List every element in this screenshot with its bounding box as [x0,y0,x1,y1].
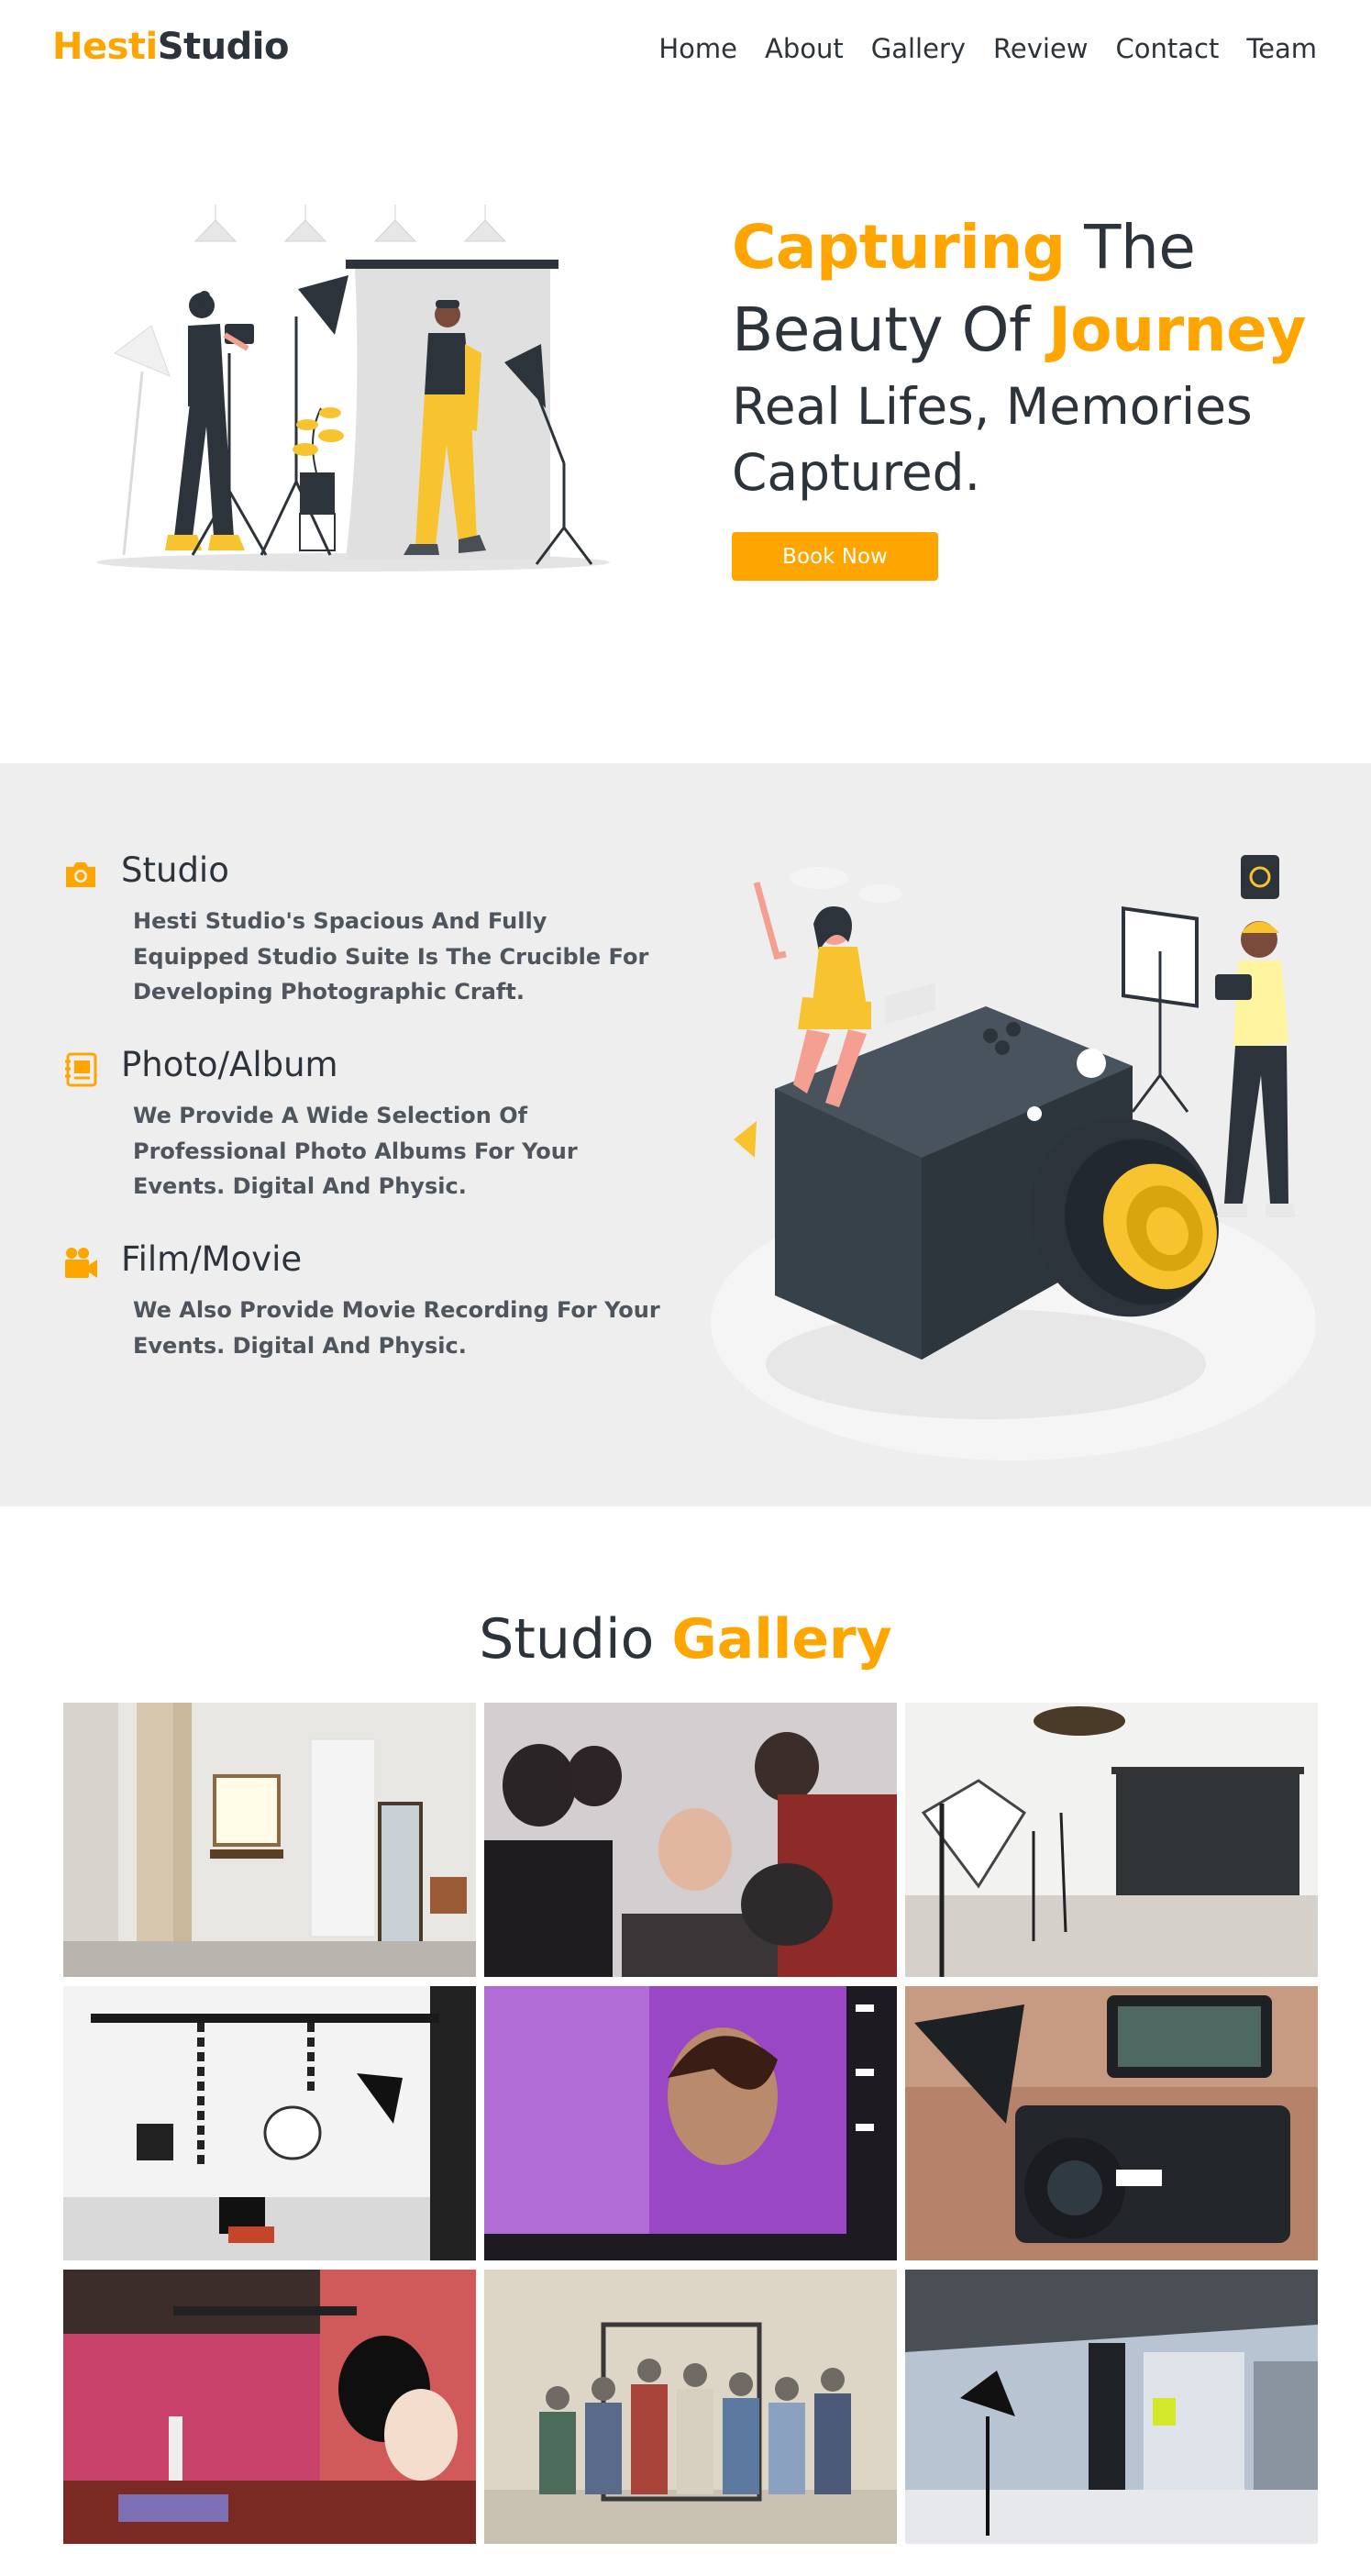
gallery-photo-studio-backdrop[interactable] [905,1703,1318,1977]
hero-heading-line-1: Capturing The [732,206,1328,289]
gallery-photo-industrial-studio[interactable] [905,2270,1318,2544]
hero-heading-beauty-of: Beauty Of [732,294,1049,365]
nav-about[interactable]: About [765,33,844,64]
gallery-photo-group-photo-shoot[interactable] [484,1703,897,1977]
nav-gallery[interactable]: Gallery [871,33,966,64]
service-description: Hesti Studio's Spacious And Fully Equipp… [133,908,649,1005]
book-now-button[interactable]: Book Now [732,532,938,581]
gallery-title: Studio Gallery [0,1607,1371,1671]
hero-subtitle-2: Captured. [732,443,981,502]
gallery-photo-lighting-rig[interactable] [63,1986,476,2260]
gallery-photo-portrait-on-monitor[interactable] [484,1986,897,2260]
service-title: Film/Movie [121,1239,303,1279]
top-navigation: HestiStudio Home About Gallery Review Co… [0,0,1371,101]
gallery-title-studio: Studio [479,1607,672,1671]
nav-review[interactable]: Review [993,33,1088,64]
camera-icon [62,856,99,893]
main-menu: Home About Gallery Review Contact Team [658,33,1317,64]
gallery-photo-red-light-stage[interactable] [63,2270,476,2544]
brand-logo-part1: Hesti [52,26,158,68]
camera-illustration [711,837,1325,1479]
hero-highlight-capturing: Capturing [732,212,1066,283]
gallery-title-highlight: Gallery [671,1607,892,1671]
nav-contact[interactable]: Contact [1116,33,1220,64]
nav-home[interactable]: Home [658,33,737,64]
hero-heading-the: The [1065,212,1196,283]
hero-text: Capturing The Beauty Of Journey Real Lif… [732,206,1328,505]
hero-heading-line-2: Beauty Of Journey [732,289,1328,372]
nav-team[interactable]: Team [1246,33,1317,64]
service-title: Photo/Album [121,1045,338,1084]
brand-logo[interactable]: HestiStudio [52,26,289,68]
hero-illustration [87,188,614,583]
gallery-photo-cinema-camera[interactable] [905,1986,1318,2260]
service-description: We Also Provide Movie Recording For Your… [133,1297,660,1359]
hero-subtitle-1: Real Lifes, Memories [732,377,1253,436]
video-camera-icon [62,1245,99,1282]
gallery-photo-group-portrait-backdrop[interactable] [484,2270,897,2544]
album-icon [62,1050,99,1087]
brand-logo-part2: Studio [157,26,290,68]
hero-highlight-journey: Journey [1048,294,1306,365]
gallery-photo-studio-vanity-room[interactable] [63,1703,476,1977]
service-title: Studio [121,850,229,890]
services-section: Studio Hesti Studio's Spacious And Fully… [0,763,1371,1506]
service-description: We Provide A Wide Selection Of Professio… [133,1103,578,1199]
